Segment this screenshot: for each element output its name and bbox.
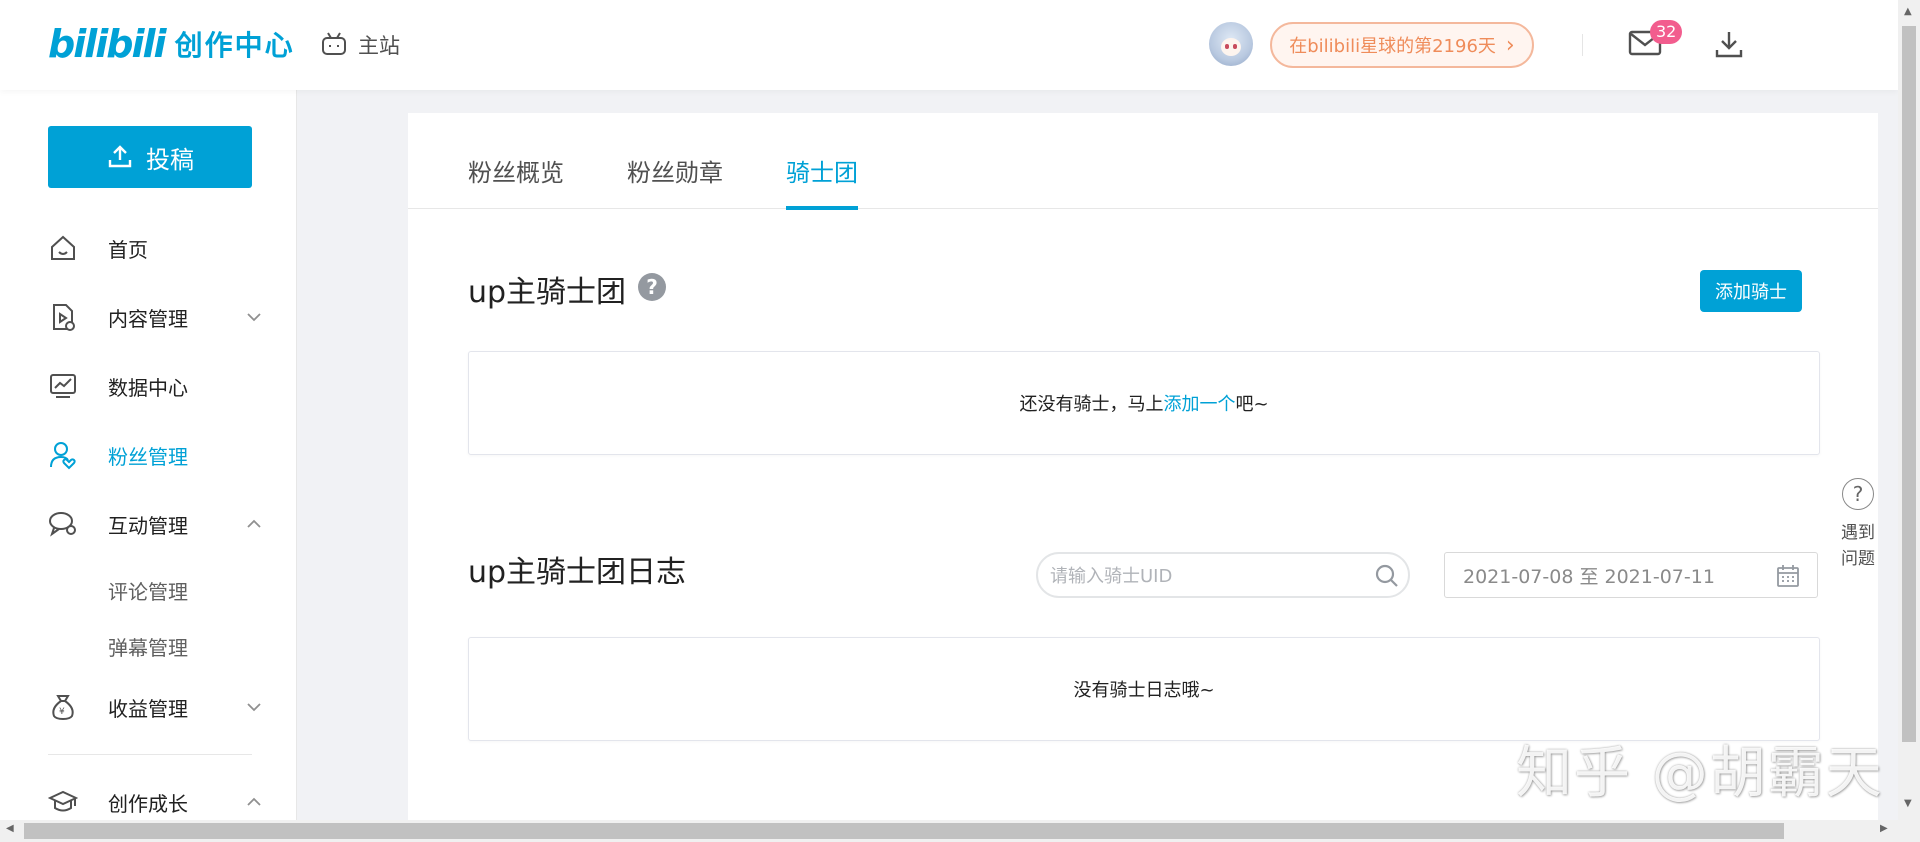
add-knight-button[interactable]: 添加骑士	[1700, 270, 1802, 312]
avatar-face	[1221, 38, 1241, 56]
planet-days-pill[interactable]: 在bilibili星球的第2196天 ›	[1270, 22, 1534, 68]
knights-empty-box: 还没有骑士，马上 添加一个 吧~	[468, 351, 1820, 455]
sidebar-item-interaction[interactable]: 互动管理	[48, 504, 268, 544]
sidebar-item-label: 创作成长	[108, 791, 188, 816]
avatar[interactable]	[1209, 22, 1253, 66]
watermark: 知乎 @胡霸天	[1516, 741, 1884, 806]
upload-icon	[108, 145, 132, 168]
top-header: bilibili 创作中心 主站 在bilibili星球的第2196天 › 32	[0, 0, 1898, 90]
sidebar-item-growth[interactable]: 创作成长	[48, 782, 268, 822]
log-empty-text: 没有骑士日志哦~	[1073, 680, 1215, 701]
sidebar-item-label: 粉丝管理	[108, 444, 188, 469]
bilibili-logo: bilibili	[48, 22, 167, 66]
sidebar-item-label: 内容管理	[108, 306, 188, 331]
sidebar-item-label: 数据中心	[108, 375, 188, 400]
header-divider	[1582, 34, 1583, 56]
main-card: 粉丝概览 粉丝勋章 骑士团 up主骑士团 ? 添加骑士 还没有骑士，马上 添加一…	[408, 113, 1878, 820]
tab-bar: 粉丝概览 粉丝勋章 骑士团	[408, 113, 1878, 210]
sidebar: 投稿 首页 内容管理 数据中心 粉丝管理 互动管理 评论管理 弹幕管理 ¥ 收益…	[0, 90, 297, 820]
date-range-picker[interactable]: 2021-07-08 至 2021-07-11	[1444, 552, 1818, 598]
svg-text:¥: ¥	[59, 707, 65, 717]
sidebar-item-label: 互动管理	[108, 513, 188, 538]
chat-icon	[49, 512, 76, 537]
horizontal-scrollbar[interactable]: ◀ ▶	[0, 820, 1920, 842]
sidebar-item-label: 收益管理	[108, 696, 188, 721]
content-icon	[53, 304, 75, 331]
knights-title: up主骑士团	[468, 275, 627, 310]
sidebar-item-revenue[interactable]: ¥ 收益管理	[48, 687, 268, 727]
scroll-left-arrow[interactable]: ◀	[6, 823, 14, 834]
money-bag-icon: ¥	[52, 695, 74, 721]
knight-uid-search[interactable]	[1036, 552, 1410, 598]
search-input[interactable]	[1050, 562, 1360, 590]
scroll-right-arrow[interactable]: ▶	[1880, 823, 1888, 834]
tab-fans-medal[interactable]: 粉丝勋章	[627, 153, 723, 210]
fans-icon	[50, 442, 76, 470]
chart-icon	[50, 374, 76, 398]
tab-knights[interactable]: 骑士团	[786, 153, 858, 210]
logo-title: 创作中心	[174, 29, 295, 62]
sidebar-subitem-danmaku[interactable]: 弹幕管理	[108, 632, 188, 661]
float-help-label-2: 问题	[1841, 549, 1875, 569]
vertical-scroll-thumb[interactable]	[1902, 26, 1916, 742]
sidebar-item-label: 首页	[108, 237, 148, 262]
horizontal-scroll-thumb[interactable]	[24, 823, 1784, 839]
scroll-down-arrow[interactable]: ▼	[1904, 798, 1914, 809]
main-site-link[interactable]: 主站	[320, 30, 400, 60]
home-icon	[51, 235, 75, 260]
main-site-label: 主站	[358, 34, 400, 58]
chevron-up-icon	[247, 797, 261, 806]
float-help[interactable]: ? 遇到 问题	[1836, 478, 1880, 572]
sidebar-subitem-comments[interactable]: 评论管理	[108, 576, 188, 605]
upload-button[interactable]: 投稿	[48, 126, 252, 188]
sidebar-divider	[48, 754, 252, 755]
knights-empty-suffix: 吧~	[1235, 394, 1269, 415]
chevron-right-icon: ›	[1505, 32, 1515, 58]
sidebar-item-data[interactable]: 数据中心	[48, 366, 268, 406]
chevron-down-icon	[247, 313, 261, 322]
calendar-icon	[1777, 565, 1799, 587]
mail-badge: 32	[1650, 20, 1683, 44]
vertical-scrollbar[interactable]: ▲ ▼	[1898, 0, 1920, 820]
chevron-up-icon	[247, 519, 261, 528]
date-range-text: 2021-07-08 至 2021-07-11	[1463, 565, 1715, 588]
help-icon: ?	[1842, 478, 1874, 510]
graduation-icon	[48, 790, 78, 812]
chevron-down-icon	[247, 703, 261, 712]
search-icon[interactable]	[1374, 563, 1400, 589]
float-help-label-1: 遇到	[1841, 523, 1875, 543]
add-knight-link[interactable]: 添加一个	[1163, 390, 1235, 416]
scroll-up-arrow[interactable]: ▲	[1904, 6, 1914, 17]
planet-days-text: 在bilibili星球的第2196天	[1289, 36, 1496, 57]
knights-empty-prefix: 还没有骑士，马上	[1019, 394, 1164, 415]
sidebar-item-home[interactable]: 首页	[48, 228, 268, 268]
logo[interactable]: bilibili 创作中心	[48, 22, 295, 66]
avatar-eye-left	[1225, 44, 1229, 49]
download-icon[interactable]	[1713, 28, 1745, 60]
tab-fans-overview[interactable]: 粉丝概览	[468, 153, 564, 210]
avatar-eye-right	[1233, 44, 1237, 49]
sidebar-item-content[interactable]: 内容管理	[48, 297, 268, 337]
question-icon[interactable]: ?	[638, 273, 666, 301]
sidebar-item-fans[interactable]: 粉丝管理	[48, 435, 268, 475]
upload-label: 投稿	[146, 145, 194, 174]
tv-icon	[322, 32, 346, 55]
log-title: up主骑士团日志	[468, 555, 687, 590]
log-empty-box: 没有骑士日志哦~	[468, 637, 1820, 741]
